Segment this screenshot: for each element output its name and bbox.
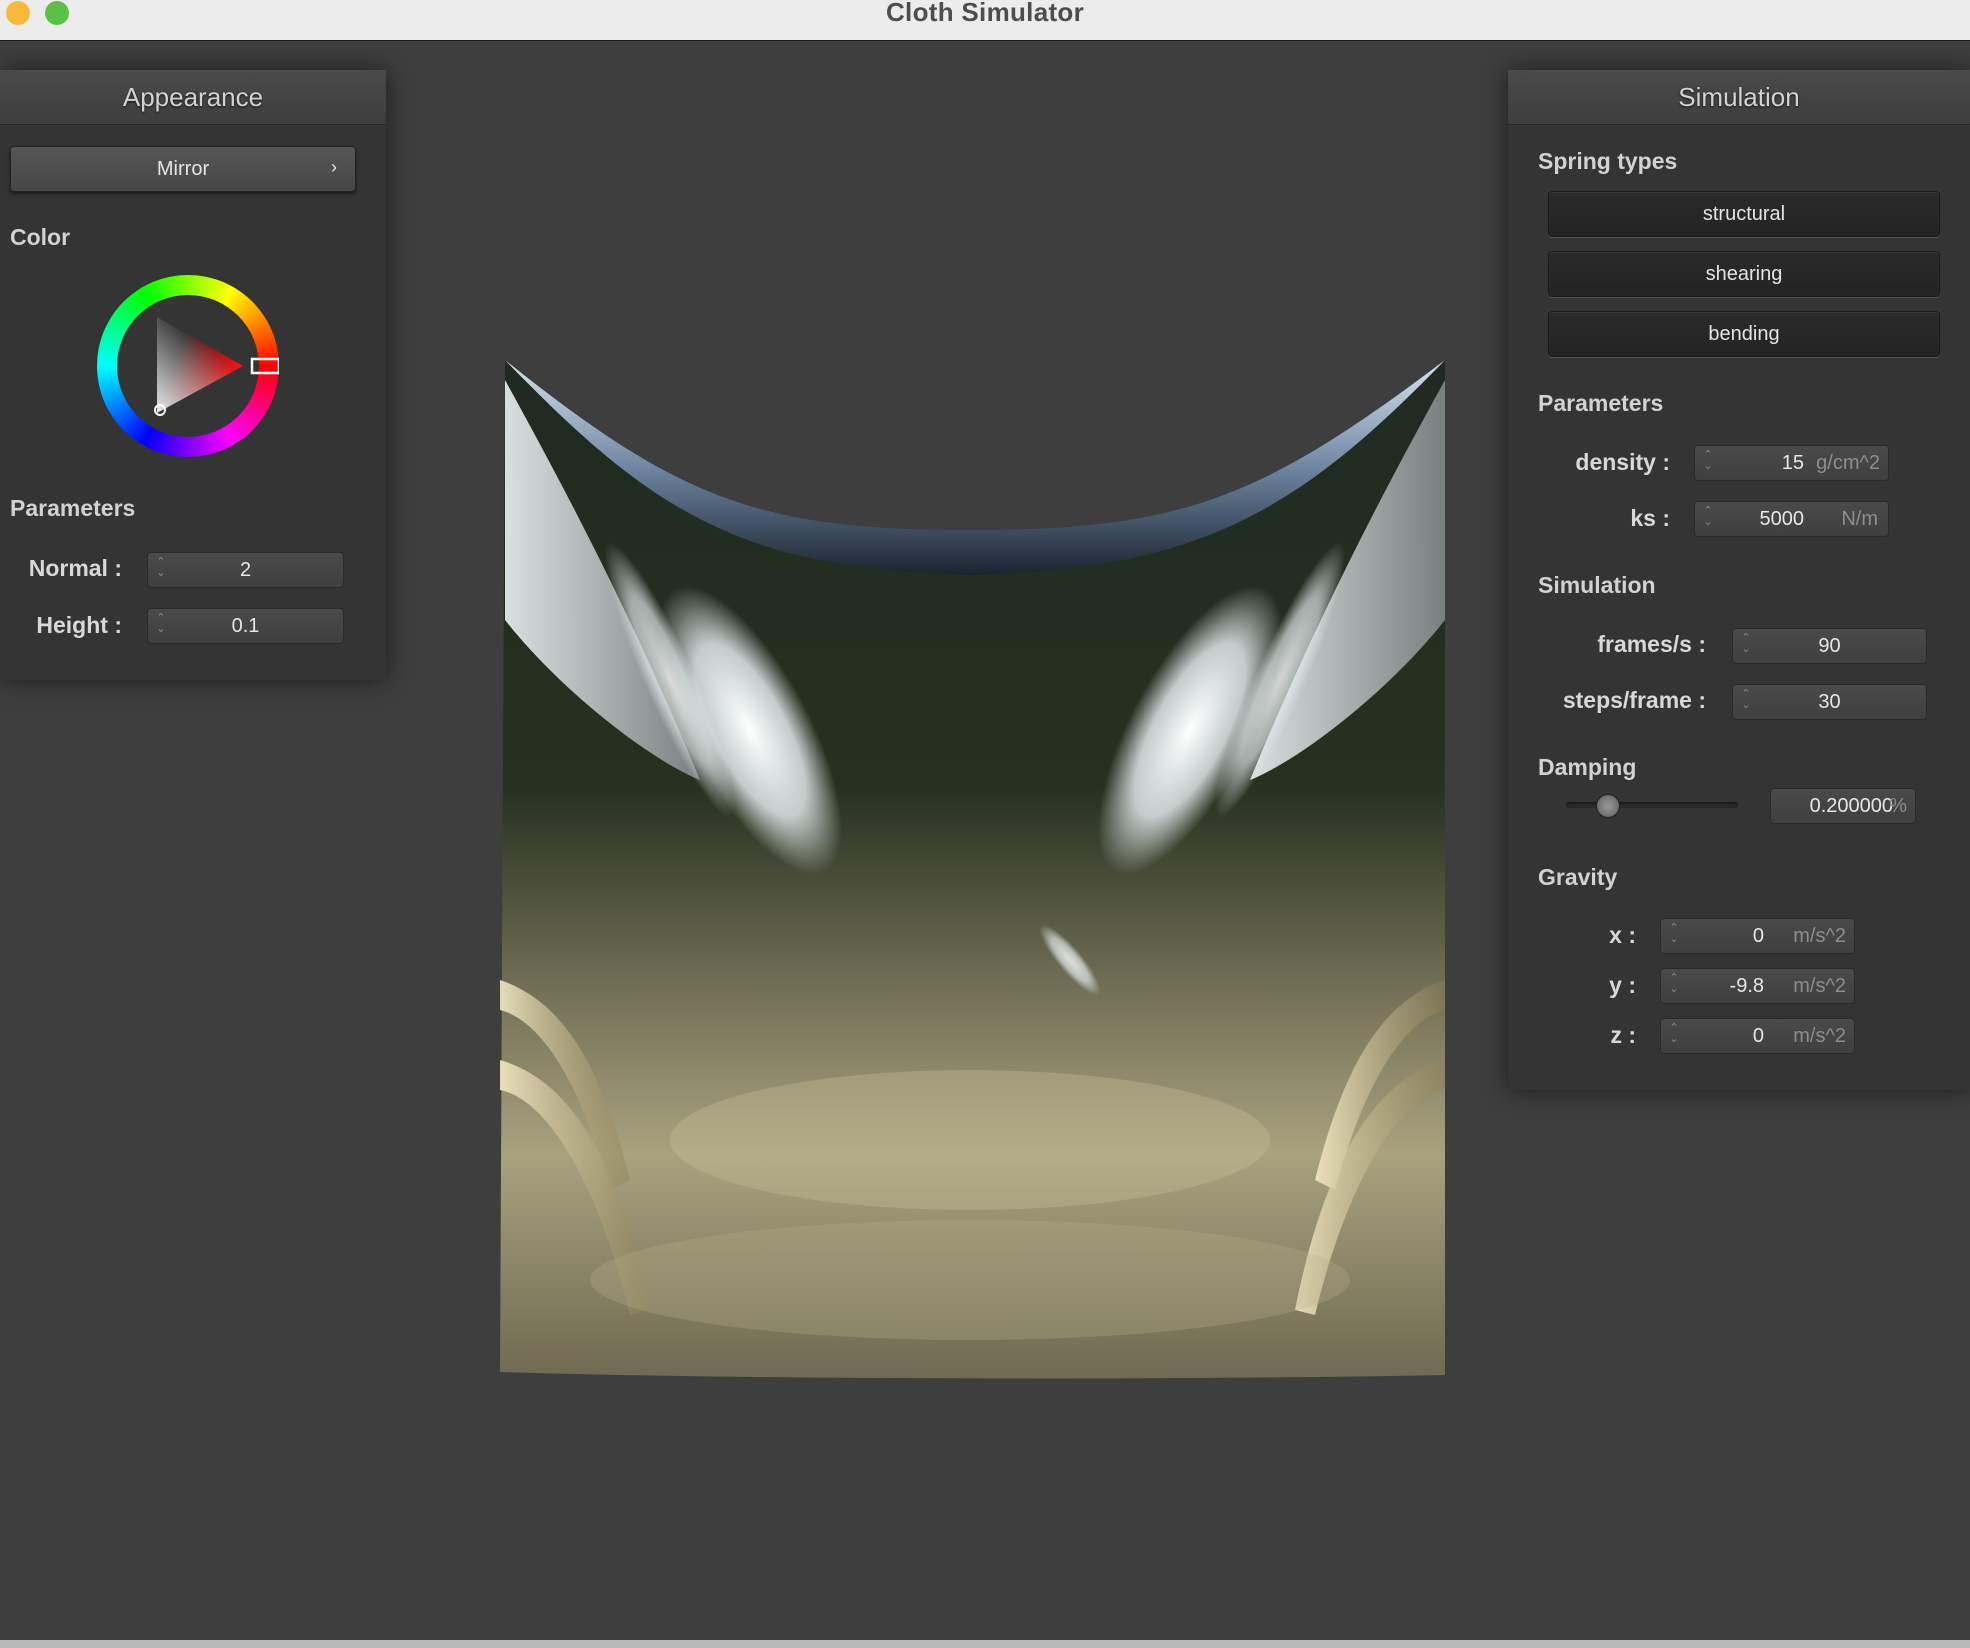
simulation-panel: Simulation Spring types structural shear… bbox=[1508, 70, 1970, 1090]
fps-label: frames/s : bbox=[1597, 631, 1706, 657]
spinner-icon[interactable]: ⌃ ⌄ bbox=[1667, 973, 1681, 999]
normal-input[interactable]: ⌃ ⌄ 2 bbox=[147, 552, 344, 588]
spring-types-label: Spring types bbox=[1538, 148, 1678, 174]
steps-label: steps/frame : bbox=[1562, 687, 1706, 713]
title-bar: Cloth Simulator bbox=[0, 0, 1970, 41]
steps-value: 30 bbox=[1818, 691, 1841, 713]
gravity-z-label: z : bbox=[1610, 1022, 1636, 1048]
color-section-label: Color bbox=[10, 224, 71, 250]
shader-dropdown-label: Mirror bbox=[156, 158, 210, 180]
sim-parameters-label: Parameters bbox=[1538, 390, 1664, 416]
shearing-button[interactable]: shearing bbox=[1548, 251, 1940, 297]
normal-label: Normal : bbox=[28, 555, 122, 581]
bending-button[interactable]: bending bbox=[1548, 311, 1940, 357]
gravity-x-value: 0 bbox=[1752, 925, 1764, 947]
density-unit: g/cm^2 bbox=[1816, 452, 1880, 474]
structural-label: structural bbox=[1702, 203, 1786, 225]
fps-input[interactable]: ⌃ ⌄ 90 bbox=[1732, 628, 1927, 664]
gravity-y-label: y : bbox=[1609, 972, 1636, 998]
window-title: Cloth Simulator bbox=[885, 0, 1085, 27]
damping-slider[interactable] bbox=[1566, 794, 1738, 818]
spinner-icon[interactable]: ⌃ ⌄ bbox=[1667, 1023, 1681, 1049]
gravity-z-value: 0 bbox=[1752, 1025, 1764, 1047]
height-input[interactable]: ⌃ ⌄ 0.1 bbox=[147, 608, 344, 644]
gravity-x-label: x : bbox=[1609, 922, 1636, 948]
gravity-y-value: -9.8 bbox=[1729, 975, 1764, 997]
color-triangle[interactable] bbox=[97, 275, 279, 457]
gravity-z-unit: m/s^2 bbox=[1793, 1025, 1846, 1047]
fps-value: 90 bbox=[1818, 635, 1841, 657]
appearance-header: Appearance bbox=[0, 70, 386, 125]
damping-value: 0.200000 bbox=[1809, 795, 1893, 817]
gravity-y-input[interactable]: ⌃ ⌄ -9.8 m/s^2 bbox=[1660, 968, 1855, 1004]
ks-input[interactable]: ⌃ ⌄ 5000 N/m bbox=[1694, 501, 1889, 537]
shearing-label: shearing bbox=[1705, 263, 1783, 285]
appearance-panel: Appearance Mirror › Color Parameters Nor… bbox=[0, 70, 386, 680]
ks-value: 5000 bbox=[1759, 508, 1805, 530]
appearance-parameters-label: Parameters bbox=[10, 495, 136, 521]
spinner-icon[interactable]: ⌃ ⌄ bbox=[1701, 506, 1715, 532]
sim-simulation-label: Simulation bbox=[1538, 572, 1656, 598]
gravity-x-unit: m/s^2 bbox=[1793, 925, 1846, 947]
spinner-icon[interactable]: ⌃ ⌄ bbox=[1667, 923, 1681, 949]
density-label: density : bbox=[1575, 449, 1670, 475]
height-value: 0.1 bbox=[231, 615, 260, 637]
simulation-header: Simulation bbox=[1508, 70, 1970, 125]
damping-slider-handle[interactable] bbox=[1596, 794, 1620, 818]
density-input[interactable]: ⌃ ⌄ 15 g/cm^2 bbox=[1694, 445, 1889, 481]
hue-handle bbox=[250, 357, 279, 375]
spinner-icon[interactable]: ⌃ ⌄ bbox=[1701, 450, 1715, 476]
structural-button[interactable]: structural bbox=[1548, 191, 1940, 237]
chevron-right-icon: › bbox=[331, 157, 337, 177]
shader-dropdown[interactable]: Mirror › bbox=[10, 146, 356, 192]
normal-value: 2 bbox=[239, 559, 252, 581]
ks-unit: N/m bbox=[1841, 508, 1878, 530]
damping-label: Damping bbox=[1538, 754, 1637, 780]
damping-input[interactable]: 0.200000 % bbox=[1770, 788, 1916, 824]
gravity-y-unit: m/s^2 bbox=[1793, 975, 1846, 997]
height-label: Height : bbox=[36, 612, 122, 638]
bottom-strip bbox=[0, 1640, 1970, 1648]
ks-label: ks : bbox=[1630, 505, 1670, 531]
gravity-z-input[interactable]: ⌃ ⌄ 0 m/s^2 bbox=[1660, 1018, 1855, 1054]
steps-input[interactable]: ⌃ ⌄ 30 bbox=[1732, 684, 1927, 720]
bending-label: bending bbox=[1708, 323, 1780, 345]
density-value: 15 bbox=[1781, 452, 1804, 474]
gravity-label: Gravity bbox=[1538, 864, 1618, 890]
cloth-render[interactable] bbox=[500, 360, 1450, 1380]
gravity-x-input[interactable]: ⌃ ⌄ 0 m/s^2 bbox=[1660, 918, 1855, 954]
color-wheel[interactable] bbox=[97, 275, 279, 457]
damping-unit: % bbox=[1889, 795, 1907, 817]
